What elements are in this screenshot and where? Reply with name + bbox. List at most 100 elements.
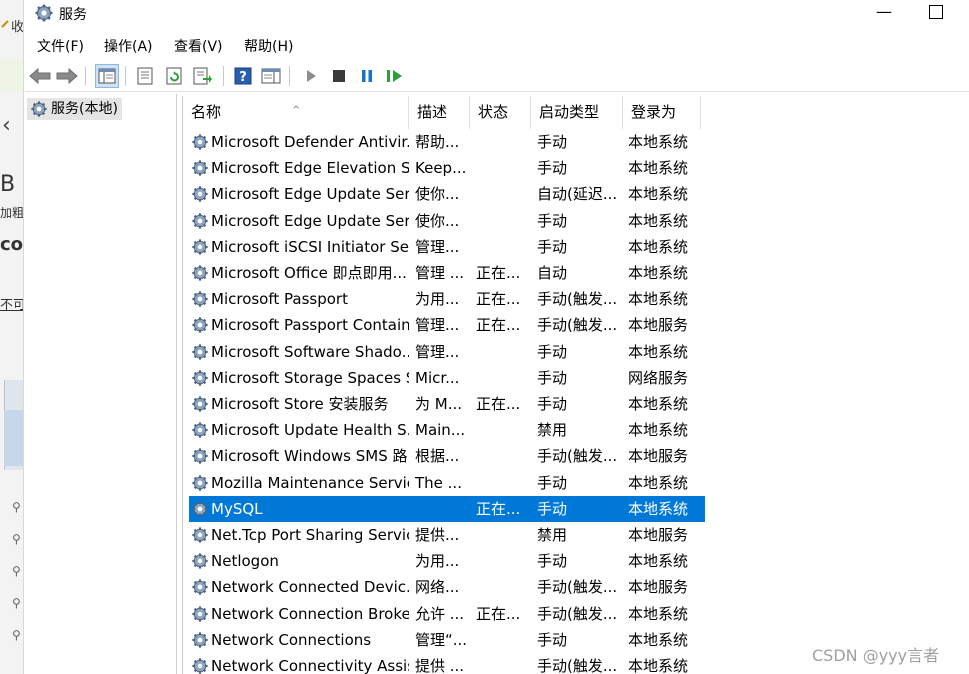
service-name: Microsoft Edge Elevation S... [211,159,409,178]
refresh-icon[interactable] [162,64,186,88]
service-name: Microsoft Update Health S... [211,421,409,440]
export-list-icon[interactable] [191,64,215,88]
gear-icon [191,185,209,203]
properties-icon[interactable] [133,64,157,88]
restart-service-icon[interactable] [383,64,407,88]
service-status: 正在... [476,395,521,413]
gear-icon [191,605,209,623]
gear-icon [191,316,209,334]
service-description: 为用... [415,552,460,571]
table-row[interactable]: Mozilla Maintenance Service The ... 手动 本地系统 [189,470,705,496]
table-row[interactable]: Microsoft Windows SMS 路... 根据... 手动(触发... 本… [189,443,705,469]
menu-view[interactable]: 查看(V) [174,36,223,56]
table-row[interactable]: Netlogon 为用... 手动 本地系统 [189,548,705,574]
menu-action[interactable]: 操作(A) [104,36,153,56]
table-row[interactable]: Microsoft Edge Elevation S... Keep... 手动 本地… [189,155,705,181]
service-description: 管理... [415,237,460,256]
table-row[interactable]: Microsoft Store 安装服务 为 M... 正在... 手动 本地系统 [189,391,705,417]
help-icon[interactable]: ? [231,64,255,88]
service-log-on-as: 本地系统 [628,604,689,623]
service-log-on-as: 本地服务 [628,316,689,335]
service-status [476,181,531,207]
bg-text-fav: 收 [11,20,24,35]
start-service-icon[interactable] [299,64,323,88]
service-startup-type: 手动(触发... [537,290,618,309]
service-description: 为用... [415,290,460,309]
service-log-on-as: 本地系统 [628,342,689,361]
bg-text-b: B [0,172,16,197]
back-arrow-icon[interactable] [28,64,52,88]
service-description: Main... [415,421,466,440]
service-startup-type: 手动(触发... [537,657,618,674]
table-row[interactable]: MySQL 正在... 手动 本地系统 [189,495,705,522]
table-row[interactable]: Microsoft Software Shado... 管理... 手动 本地系统 [189,339,705,365]
menu-help[interactable]: 帮助(H) [244,36,293,56]
service-description: 管理... [415,316,460,335]
service-status [476,365,531,391]
service-startup-type: 手动 [537,159,568,178]
service-name: Microsoft Software Shado... [211,342,409,361]
column-description[interactable]: 描述 [409,96,470,129]
table-row[interactable]: Microsoft Edge Update Ser... 使你... 手动 本地系统 [189,208,705,234]
service-name: Microsoft Edge Update Ser... [211,185,409,204]
table-row[interactable]: Microsoft Passport 为用... 正在... 手动(触发... 本地系统 [189,286,705,312]
service-startup-type: 手动 [537,133,568,151]
service-log-on-as: 本地系统 [628,133,689,151]
service-startup-type: 手动(触发... [537,604,618,623]
column-startup-type-label: 启动类型 [539,103,600,121]
service-name: Network Connected Devic... [211,578,409,597]
console-tree-icon[interactable] [95,64,119,88]
table-row[interactable]: Net.Tcp Port Sharing Service 提供... 禁用 本地服务 [189,522,705,548]
column-status[interactable]: 状态 [470,96,531,129]
column-name[interactable]: 名称 ^ [183,96,409,129]
table-row[interactable]: Network Connectivity Assis... 提供 ... 手动(触发… [189,653,705,674]
service-description: Micr... [415,368,460,387]
bg-panel-highlight [4,410,23,466]
show-hide-action-pane-icon[interactable] [259,64,283,88]
maximize-button[interactable] [929,5,943,19]
table-row[interactable]: Microsoft iSCSI Initiator Ser... 管理... 手动 本… [189,234,705,260]
service-log-on-as: 本地系统 [628,552,689,571]
service-status [476,574,531,600]
service-name: Microsoft Passport Container [211,316,409,335]
service-status [476,208,531,234]
table-row[interactable]: Microsoft Edge Update Ser... 使你... 自动(延迟..… [189,181,705,207]
table-row[interactable]: Microsoft Passport Container 管理... 正在... 手动… [189,312,705,338]
stop-service-icon[interactable] [327,64,351,88]
column-startup-type[interactable]: 启动类型 [531,96,623,129]
key-icon: ⚲ [12,532,21,546]
service-status [476,653,531,674]
minimize-button[interactable]: — [870,0,898,26]
bg-fav-icon [0,18,10,33]
service-name: Microsoft Defender Antivir... [211,133,409,151]
table-row[interactable]: Network Connections 管理“... 手动 本地系统 [189,627,705,653]
title-bar[interactable]: 服务 — [25,0,969,28]
service-name: Netlogon [211,552,279,571]
service-description: 提供... [415,526,460,544]
tree-item-label: 服务(本地) [51,101,118,117]
menu-file[interactable]: 文件(F) [37,36,84,56]
table-row[interactable]: Network Connection Broker 允许 ... 正在... 手动(触… [189,601,705,627]
column-status-label: 状态 [478,103,509,121]
pause-service-icon[interactable] [355,64,379,88]
service-startup-type: 禁用 [537,421,568,440]
service-startup-type: 手动(触发... [537,316,618,335]
chevron-left-icon[interactable]: ‹ [2,115,20,138]
table-row[interactable]: Microsoft Office 即点即用... 管理 ... 正在... 自动 本地系… [189,260,705,286]
table-row[interactable]: Microsoft Update Health S... Main... 禁用 本地系… [189,417,705,443]
service-log-on-as: 本地系统 [628,211,689,230]
tree-item-services-local[interactable]: 服务(本地) [27,98,122,120]
service-startup-type: 手动(触发... [537,447,618,466]
column-description-label: 描述 [417,103,448,121]
column-log-on-as[interactable]: 登录为 [623,96,701,129]
bg-text-nok: 不可 [0,298,24,313]
service-description: 网络... [415,578,460,597]
sort-ascending-icon: ^ [292,105,301,116]
forward-arrow-icon[interactable] [55,64,79,88]
table-row[interactable]: Microsoft Storage Spaces S... Micr... 手动 网络… [189,365,705,391]
table-row[interactable]: Network Connected Devic... 网络... 手动(触发... 本… [189,574,705,600]
watermark: CSDN @yyy言者 [812,646,940,665]
service-description [415,496,470,522]
table-row[interactable]: Microsoft Defender Antivir... 帮助... 手动 本地系统 [189,129,705,155]
gear-icon [191,657,209,674]
